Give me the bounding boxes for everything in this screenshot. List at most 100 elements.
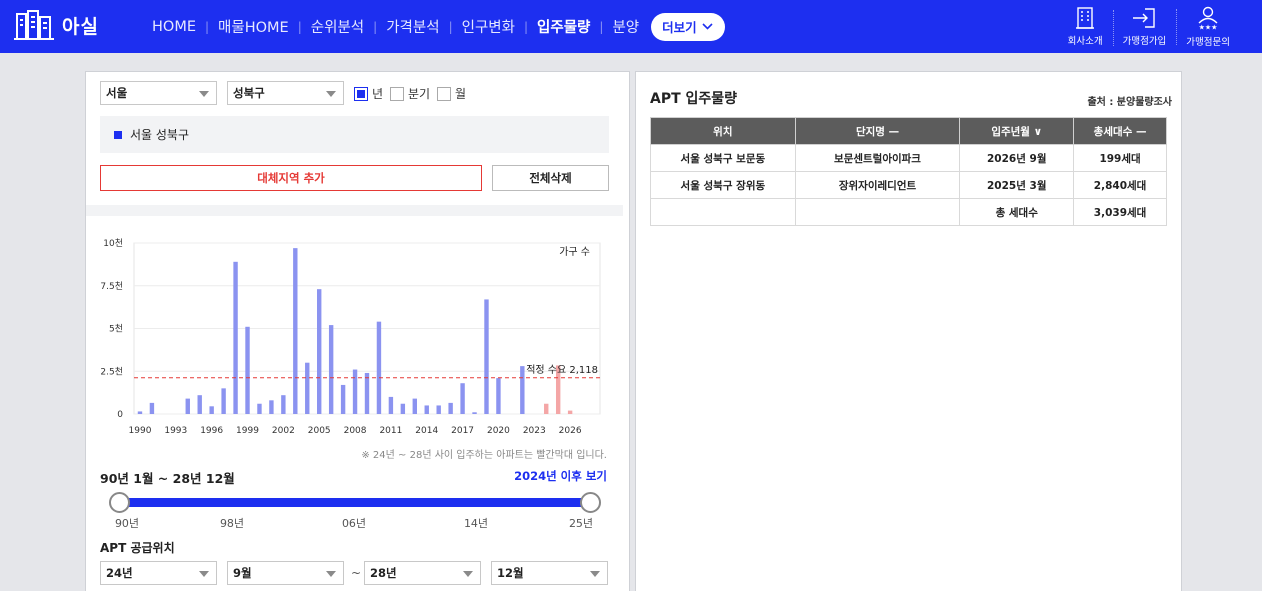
column-header-move-in-date[interactable]: 입주년월 ∨ xyxy=(959,117,1075,145)
selected-region-label: 서울 성북구 xyxy=(130,128,190,142)
dropdown-arrow-icon xyxy=(326,91,336,97)
bar-2020 xyxy=(496,378,501,414)
bar-2012 xyxy=(400,403,406,414)
delete-all-button[interactable]: 전체삭제 xyxy=(492,165,609,191)
nav-move-in-supply[interactable]: 입주물량 xyxy=(537,16,590,37)
franchise-inquiry-link[interactable]: ★★★ 가맹점문의 xyxy=(1176,6,1240,48)
slider-tick-label: 06년 xyxy=(341,517,367,530)
period-year-checkbox[interactable]: 년 xyxy=(354,85,383,102)
bar-1994 xyxy=(185,398,190,414)
bar-2009 xyxy=(364,372,370,414)
bar-2018 xyxy=(472,412,477,414)
slider-tick-label: 98년 xyxy=(219,517,245,530)
district-select-value: 성북구 xyxy=(233,86,265,100)
y-tick-label: 5천 xyxy=(109,324,123,335)
from-month-select[interactable]: 9월 xyxy=(227,561,344,585)
district-select[interactable]: 성북구 xyxy=(227,81,344,105)
period-quarter-checkbox[interactable]: 분기 xyxy=(390,85,430,102)
bar-1995 xyxy=(197,395,202,414)
nav-separator: | xyxy=(205,19,210,34)
cell-households: 2,840세대 xyxy=(1073,171,1167,199)
sign-in-icon xyxy=(1133,7,1156,28)
cell-move-in-date: 2026년 9월 xyxy=(959,144,1075,172)
chart-note: ※ 24년 ~ 28년 사이 입주하는 아파트는 빨간막대 입니다. xyxy=(361,450,607,461)
bar-2002 xyxy=(281,395,286,414)
slider-end-handle[interactable] xyxy=(580,492,601,513)
cell-total-label: 총 세대수 xyxy=(959,198,1075,226)
x-tick-label: 1993 xyxy=(164,426,187,436)
franchise-inquiry-label: 가맹점문의 xyxy=(1186,36,1230,48)
to-year-value: 28년 xyxy=(370,566,397,580)
company-intro-label: 회사소개 xyxy=(1067,35,1103,47)
x-tick-label: 2017 xyxy=(451,426,474,436)
to-month-select[interactable]: 12월 xyxy=(491,561,608,585)
cell-complex[interactable]: 보문센트럴아이파크 xyxy=(794,144,961,172)
cell-location: 서울 성북구 보문동 xyxy=(650,144,796,172)
bar-1998 xyxy=(233,261,238,414)
x-tick-label: 2005 xyxy=(308,426,331,436)
checkbox-checked-icon xyxy=(354,86,368,101)
bar-2010 xyxy=(376,321,382,414)
bar-1997 xyxy=(221,388,226,414)
nav-ranking[interactable]: 순위분석 xyxy=(311,16,364,37)
logo[interactable]: 아실 xyxy=(14,10,99,40)
city-select[interactable]: 서울 xyxy=(100,81,217,105)
y-tick-label: 2.5천 xyxy=(100,366,123,377)
city-select-value: 서울 xyxy=(106,86,128,100)
bar-2000 xyxy=(257,403,262,414)
from-year-select[interactable]: 24년 xyxy=(100,561,217,585)
nav-price[interactable]: 가격분석 xyxy=(386,16,439,37)
add-alternative-region-button[interactable]: 대체지역 추가 xyxy=(100,165,482,191)
bar-2017 xyxy=(460,383,465,414)
x-tick-label: 2020 xyxy=(487,426,510,436)
to-year-select[interactable]: 28년 xyxy=(364,561,481,585)
bar-2026 xyxy=(567,410,573,414)
dropdown-arrow-icon xyxy=(199,91,209,97)
nav-presale[interactable]: 분양 xyxy=(612,16,639,37)
franchise-join-label: 가맹점가입 xyxy=(1122,35,1167,47)
x-tick-label: 2014 xyxy=(415,426,438,436)
y-tick-label: 7.5천 xyxy=(100,281,123,292)
column-header-location[interactable]: 위치 xyxy=(650,117,796,145)
building-icon xyxy=(1076,6,1095,29)
bar-2022 xyxy=(520,366,525,414)
bar-2003 xyxy=(293,248,298,414)
more-button-label: 더보기 xyxy=(662,20,697,35)
dropdown-arrow-icon xyxy=(199,571,209,577)
table-row[interactable]: 서울 성북구 장위동 장위자이레디언트 2025년 3월 2,840세대 xyxy=(650,171,1167,199)
move-in-supply-chart: 0 2.5천 5천 7.5천 10천 1990 1993 1996 1999 2002 2005 20… xyxy=(100,238,601,436)
cell-move-in-date: 2025년 3월 xyxy=(959,171,1075,199)
franchise-join-link[interactable]: 가맹점가입 xyxy=(1112,7,1177,47)
bar-2001 xyxy=(269,400,274,414)
person-stars-icon: ★★★ xyxy=(1198,6,1218,30)
from-month-value: 9월 xyxy=(233,566,252,580)
company-intro-link[interactable]: 회사소개 xyxy=(1058,6,1113,47)
top-navigation-bar: 아실 HOME | 매물HOME | 순위분석 | 가격분석 | 인구변화 | … xyxy=(0,0,1262,53)
cell-complex[interactable]: 장위자이레디언트 xyxy=(794,171,961,199)
y-tick-label: 0 xyxy=(117,410,123,420)
year-range-slider-track[interactable] xyxy=(120,498,590,507)
column-header-households[interactable]: 총세대수 — xyxy=(1073,117,1167,145)
nav-population[interactable]: 인구변화 xyxy=(462,16,515,37)
period-month-checkbox[interactable]: 월 xyxy=(437,85,466,102)
x-tick-label: 2002 xyxy=(272,426,295,436)
main-nav: HOME | 매물HOME | 순위분석 | 가격분석 | 인구변화 | 입주물… xyxy=(152,0,725,53)
cell-location: 서울 성북구 장위동 xyxy=(650,171,796,199)
column-header-complex[interactable]: 단지명 — xyxy=(794,117,961,145)
period-year-label: 년 xyxy=(372,87,384,101)
bar-2016 xyxy=(448,402,453,414)
slider-start-handle[interactable] xyxy=(109,492,130,513)
supply-location-title: APT 공급위치 xyxy=(100,541,175,555)
bar-2014 xyxy=(424,405,429,414)
nav-listing-home[interactable]: 매물HOME xyxy=(218,16,289,37)
more-button[interactable]: 더보기 xyxy=(651,12,725,41)
table-row[interactable]: 서울 성북구 보문동 보문센트럴아이파크 2026년 9월 199세대 xyxy=(650,144,1167,172)
nav-separator: | xyxy=(599,19,604,34)
table-total-row: 총 세대수 3,039세대 xyxy=(650,198,1167,226)
nav-home[interactable]: HOME xyxy=(152,19,196,35)
cell-households: 199세대 xyxy=(1073,144,1167,172)
chevron-down-icon xyxy=(702,23,713,30)
x-tick-label: 2011 xyxy=(379,426,402,436)
view-after-2024-link[interactable]: 2024년 이후 보기 xyxy=(514,468,607,484)
apt-supply-panel: APT 입주물량 출처 : 분양물량조사 위치 단지명 — 입주년월 ∨ 총세대… xyxy=(635,71,1182,591)
